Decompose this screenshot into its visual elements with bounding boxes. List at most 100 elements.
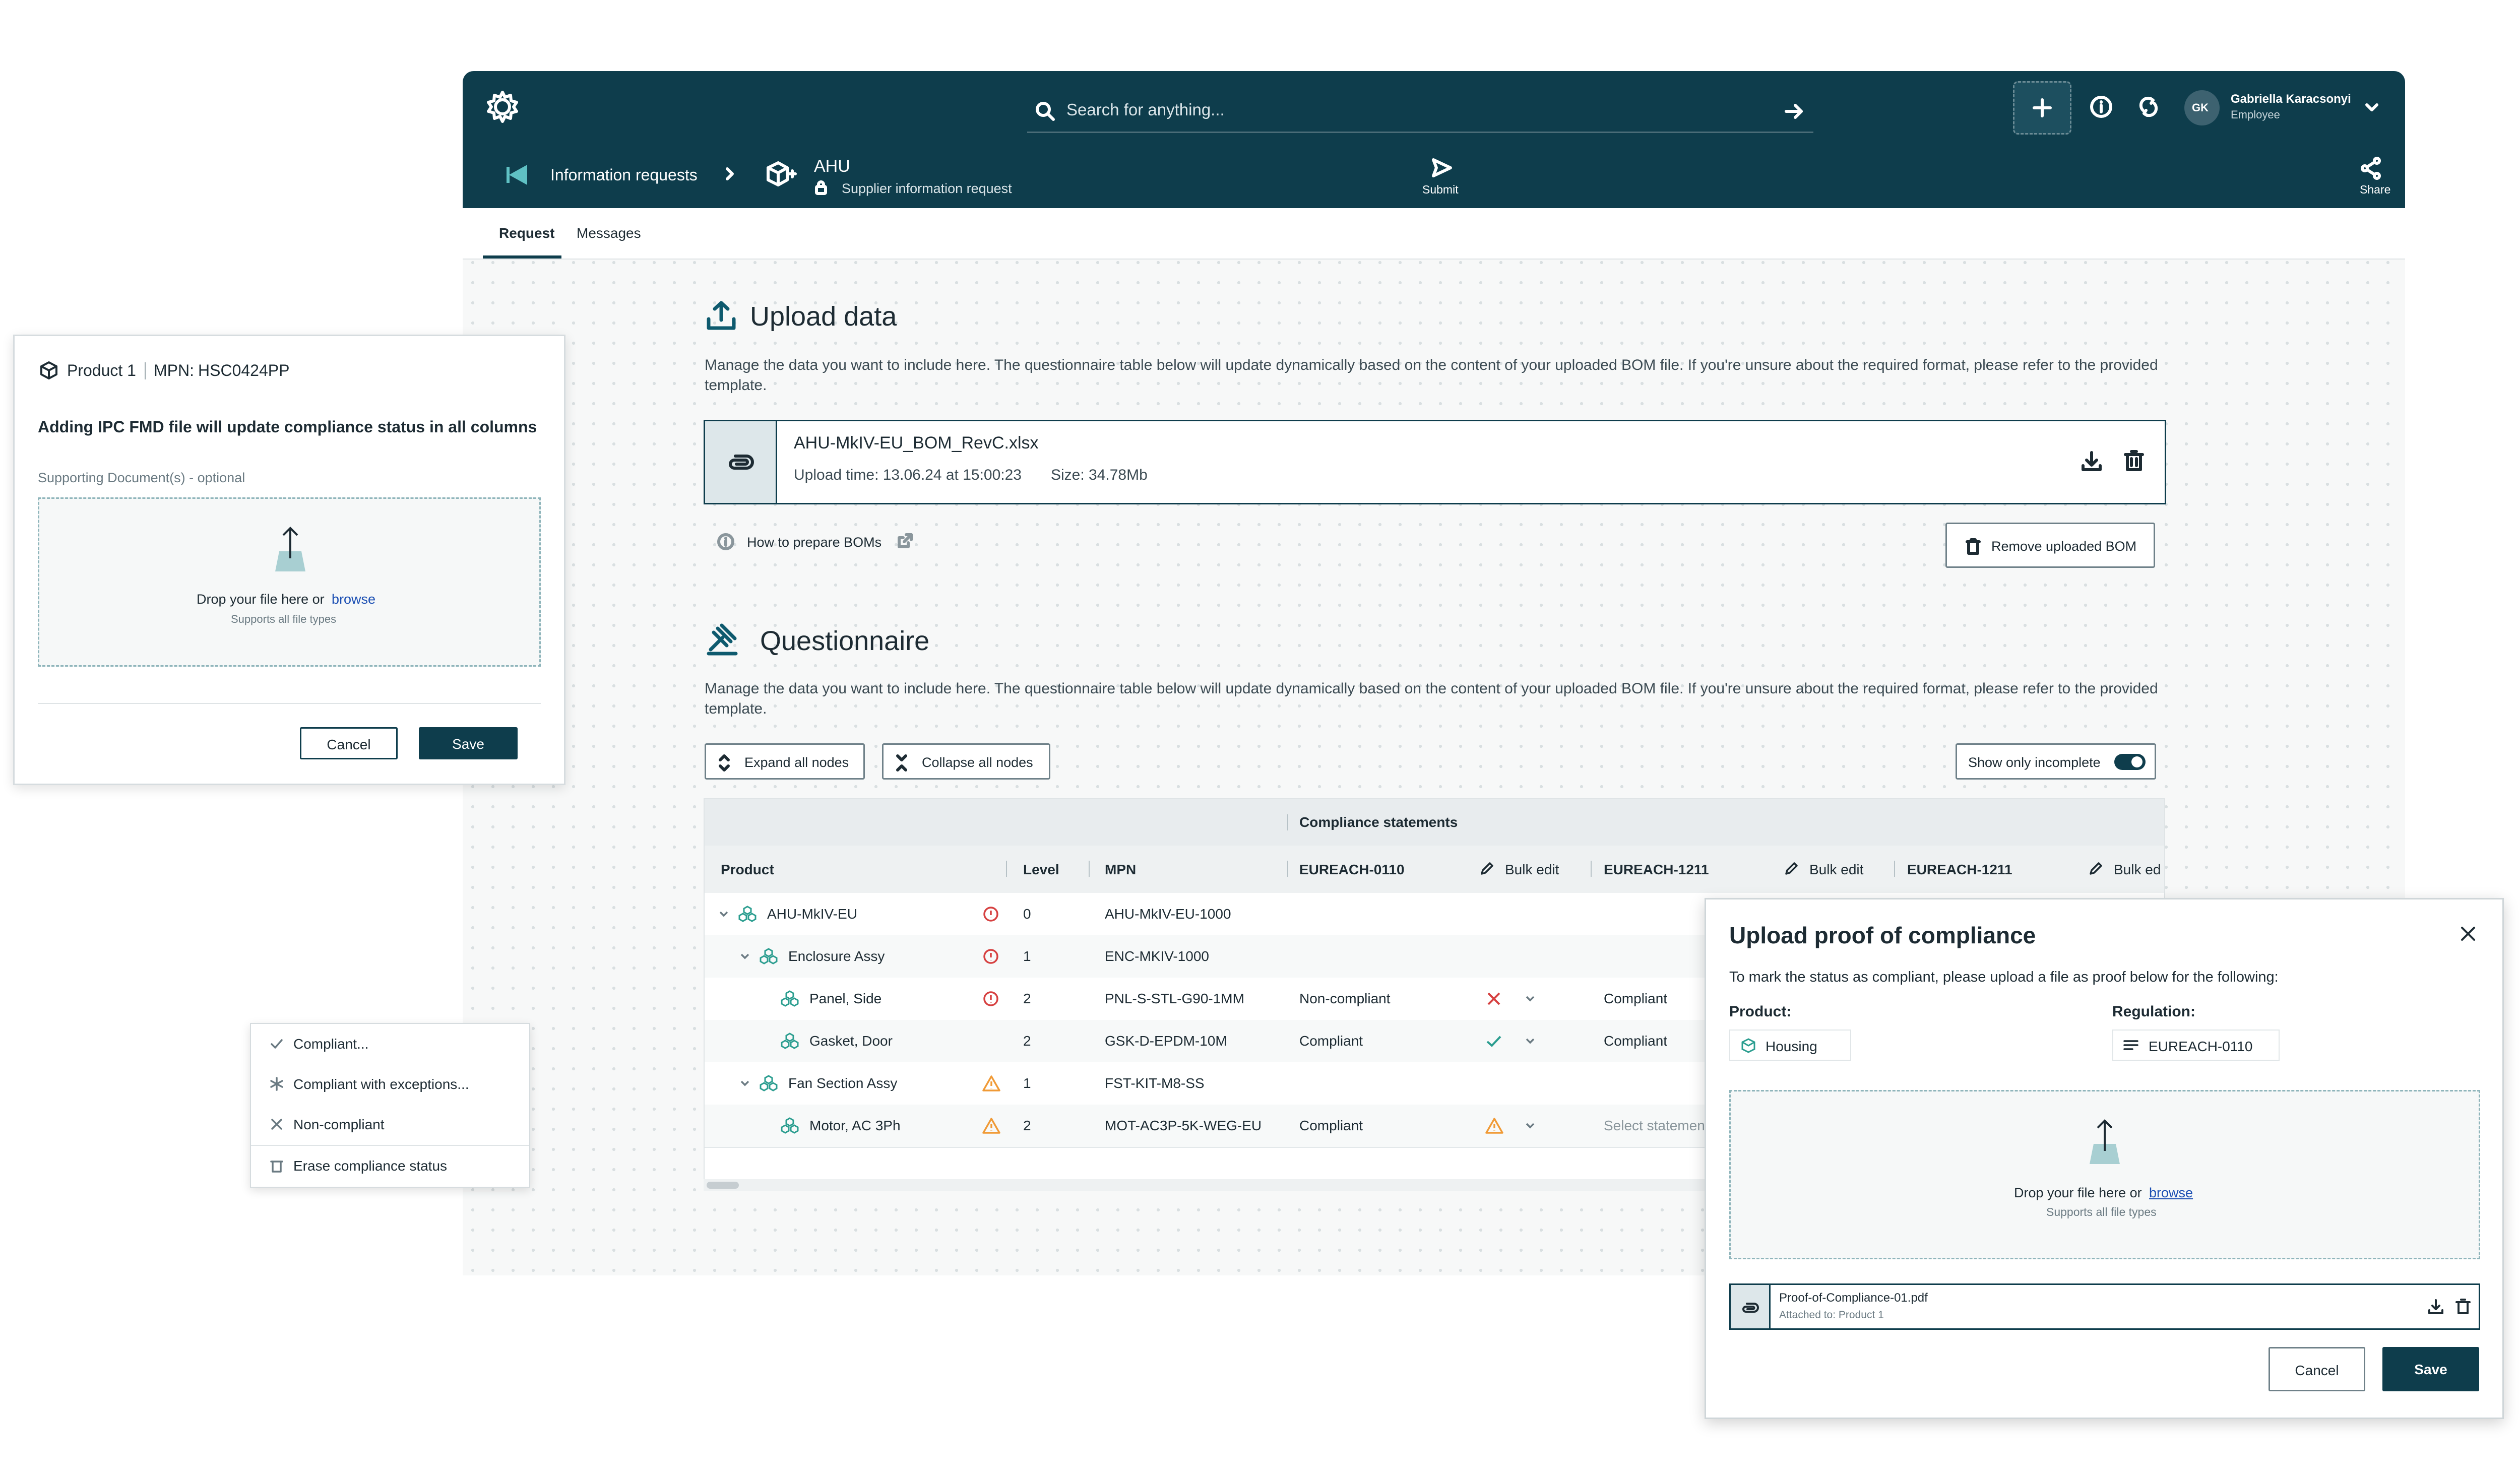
cell-level: 2	[1023, 1033, 1031, 1049]
col-eureach-0110[interactable]: EUREACH-0110	[1299, 862, 1405, 878]
expand-chevron-icon[interactable]	[738, 1076, 752, 1093]
col-eureach-1211-b[interactable]: EUREACH-1211	[1907, 862, 2012, 878]
drop-text: Drop your file here or	[2014, 1185, 2142, 1200]
top-bar: Search for anything... GK Gabriella Kara…	[463, 71, 2405, 208]
create-new-button[interactable]	[2013, 81, 2071, 135]
questionnaire-description: Manage the data you want to include here…	[705, 680, 2158, 717]
user-role: Employee	[2231, 108, 2280, 121]
col-eureach-1211[interactable]: EUREACH-1211	[1604, 862, 1709, 878]
scrollbar-thumb[interactable]	[707, 1182, 739, 1189]
menu-item-compliant[interactable]: Compliant...	[251, 1024, 529, 1064]
error-icon	[982, 905, 1000, 926]
cell-statement-2[interactable]: Select statemen	[1604, 1118, 1705, 1134]
pencil-icon[interactable]	[1479, 861, 1495, 879]
external-link-icon[interactable]	[896, 532, 914, 552]
submit-button[interactable]: Submit	[1415, 154, 1466, 204]
cancel-button[interactable]: Cancel	[300, 727, 398, 759]
back-arrow-icon[interactable]	[505, 162, 531, 190]
proof-drop-zone[interactable]: Drop your file here or browse Supports a…	[1729, 1090, 2480, 1259]
cell-mpn: ENC-MKIV-1000	[1105, 948, 1209, 964]
collapse-all-button[interactable]: Collapse all nodes	[882, 743, 1050, 780]
save-button[interactable]: Save	[2382, 1347, 2479, 1391]
download-icon[interactable]	[2080, 449, 2103, 475]
avatar-initials: GK	[2192, 101, 2209, 114]
column-separator	[1089, 861, 1090, 877]
file-icon-box	[705, 421, 777, 503]
cell-statement-1[interactable]: Non-compliant	[1299, 991, 1391, 1007]
search-input[interactable]: Search for anything...	[1066, 100, 1225, 119]
expand-chevron-icon[interactable]	[717, 907, 731, 924]
bom-file-name: AHU-MkIV-EU_BOM_RevC.xlsx	[794, 433, 1039, 453]
col-mpn[interactable]: MPN	[1105, 862, 1136, 878]
fmd-upload-dialog: Product 1 MPN: HSC0424PP Adding IPC FMD …	[13, 335, 565, 785]
assembly-icon	[759, 947, 778, 968]
cell-statement-1[interactable]: Compliant	[1299, 1118, 1363, 1134]
how-to-prepare-boms-link[interactable]: How to prepare BOMs	[747, 535, 881, 550]
col-level[interactable]: Level	[1023, 862, 1059, 878]
delete-icon[interactable]	[2122, 449, 2146, 475]
table-group-header: Compliance statements	[705, 799, 2164, 847]
upload-section-title: Upload data	[750, 301, 897, 332]
cell-mpn: MOT-AC3P-5K-WEG-EU	[1105, 1118, 1262, 1133]
pencil-icon[interactable]	[2088, 861, 2104, 879]
drop-text: Drop your file here or	[197, 592, 325, 607]
expand-all-button[interactable]: Expand all nodes	[705, 743, 865, 780]
share-button[interactable]: Share	[2347, 154, 2397, 204]
chevron-right-icon	[721, 165, 739, 185]
expand-chevron-icon[interactable]	[738, 949, 752, 966]
global-search[interactable]: Search for anything...	[1027, 91, 1813, 133]
avatar[interactable]: GK	[2184, 90, 2220, 125]
tab-messages[interactable]: Messages	[577, 225, 641, 241]
product-chip: Housing	[1729, 1030, 1851, 1061]
bulk-edit-2[interactable]: Bulk edit	[1809, 862, 1863, 878]
compliance-status-menu: Compliant... Compliant with exceptions..…	[250, 1023, 530, 1188]
file-icon-box	[1731, 1285, 1771, 1328]
bulk-edit-3[interactable]: Bulk ed	[2114, 862, 2161, 878]
bulk-edit-1[interactable]: Bulk edit	[1505, 862, 1559, 878]
show-incomplete-toggle[interactable]: Show only incomplete	[1956, 743, 2156, 780]
product-value: Housing	[1766, 1039, 1817, 1054]
download-icon[interactable]	[2427, 1298, 2444, 1318]
menu-item-non-compliant[interactable]: Non-compliant	[251, 1105, 529, 1146]
bom-file-size: Size: 34.78Mb	[1051, 467, 1148, 483]
pencil-icon[interactable]	[1783, 861, 1799, 879]
toggle-switch[interactable]	[2114, 754, 2146, 770]
assembly-icon	[780, 1117, 799, 1137]
cell-statement-1[interactable]: Compliant	[1299, 1033, 1363, 1049]
browse-link[interactable]: browse	[2149, 1185, 2193, 1201]
cancel-button[interactable]: Cancel	[2269, 1347, 2365, 1391]
uploaded-bom-card: AHU-MkIV-EU_BOM_RevC.xlsx Upload time: 1…	[704, 420, 2166, 504]
file-drop-zone[interactable]: Drop your file here or browse Supports a…	[38, 497, 541, 667]
arrow-right-icon[interactable]	[1783, 100, 1805, 125]
save-button[interactable]: Save	[419, 727, 518, 759]
tab-bar: Request Messages	[463, 208, 2405, 260]
tab-request[interactable]: Request	[499, 225, 554, 241]
remove-bom-button[interactable]: Remove uploaded BOM	[1945, 523, 2155, 568]
menu-item-erase-status[interactable]: Erase compliance status	[251, 1146, 529, 1186]
compliance-statements-header: Compliance statements	[1299, 814, 1458, 830]
upload-icon	[705, 299, 738, 335]
regulation-chip: EUREACH-0110	[2112, 1030, 2280, 1061]
cell-mpn: FST-KIT-M8-SS	[1105, 1075, 1205, 1091]
cell-level: 1	[1023, 1075, 1031, 1091]
request-box-icon	[765, 160, 797, 190]
menu-item-compliant-exceptions[interactable]: Compliant with exceptions...	[251, 1064, 529, 1105]
chevron-down-icon[interactable]	[2363, 98, 2381, 119]
col-product[interactable]: Product	[721, 862, 774, 878]
close-icon[interactable]	[2458, 924, 2478, 946]
submit-label: Submit	[1422, 183, 1459, 196]
chevron-down-icon[interactable]	[1523, 1119, 1537, 1135]
menu-label: Erase compliance status	[293, 1158, 448, 1174]
chevron-down-icon[interactable]	[1523, 992, 1537, 1008]
chevron-down-icon[interactable]	[1523, 1034, 1537, 1051]
delete-icon[interactable]	[2454, 1298, 2472, 1318]
cell-statement-2[interactable]: Compliant	[1604, 991, 1667, 1007]
breadcrumb-parent[interactable]: Information requests	[550, 166, 698, 184]
info-icon[interactable]	[2089, 94, 2114, 122]
cell-product: Panel, Side	[809, 991, 882, 1006]
app-logo-icon[interactable]	[485, 89, 520, 127]
browse-link[interactable]: browse	[332, 592, 375, 607]
sync-icon[interactable]	[2136, 94, 2161, 122]
cell-statement-2[interactable]: Compliant	[1604, 1033, 1667, 1049]
menu-label: Compliant...	[293, 1036, 369, 1052]
